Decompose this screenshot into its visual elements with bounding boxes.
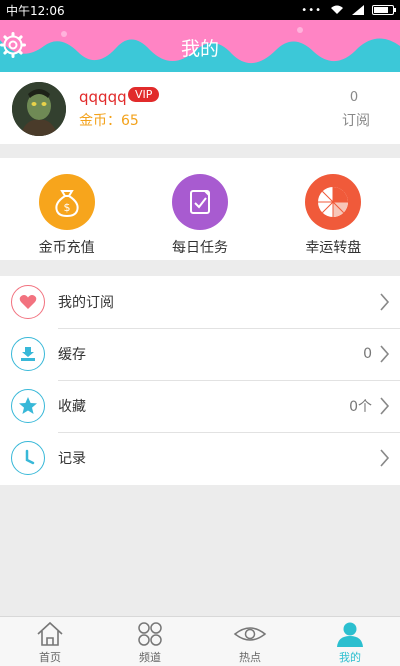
wifi-icon [331, 5, 343, 14]
menu-value: 0个 [349, 399, 372, 415]
menu-label: 收藏 [58, 399, 86, 415]
avatar[interactable] [12, 82, 66, 136]
user-icon [337, 622, 363, 647]
feature-label: 幸运转盘 [305, 240, 362, 256]
chevron-right-icon [380, 345, 390, 363]
menu-item-cache[interactable]: 缓存 0 [0, 328, 400, 380]
signal-dots-icon: ••• [301, 4, 322, 16]
menu-item-my-subscriptions[interactable]: 我的订阅 [0, 276, 400, 328]
feature-label: 每日任务 [171, 240, 228, 256]
feature-daily-tasks[interactable]: 每日任务 [133, 158, 266, 260]
feature-row: $ 金币充值 每日任务 幸运转盘 [0, 158, 400, 260]
download-icon [11, 337, 45, 371]
profile-card[interactable]: qqqqq VIP 金币：65 0 订阅 [0, 72, 400, 144]
chevron-right-icon [380, 449, 390, 467]
menu-list: 我的订阅 缓存 0 收藏 0个 记录 [0, 276, 400, 485]
tab-label: 首页 [39, 651, 61, 664]
subscriptions-count[interactable]: 0 [336, 90, 372, 105]
menu-item-history[interactable]: 记录 [0, 432, 400, 484]
clock-icon [11, 441, 45, 475]
battery-icon [372, 5, 396, 15]
chevron-right-icon [380, 293, 390, 311]
tab-label: 我的 [339, 651, 361, 664]
bottom-tab-bar: 首页 频道 热点 我的 [0, 616, 400, 666]
heart-icon [11, 285, 45, 319]
tab-label: 频道 [139, 651, 161, 664]
menu-label: 记录 [58, 451, 86, 467]
menu-value: 0 [363, 346, 372, 362]
tab-label: 热点 [239, 651, 261, 664]
channels-icon [138, 622, 162, 646]
coin-balance: 金币：65 [79, 113, 139, 129]
page-title: 我的 [180, 38, 219, 60]
feature-coin-recharge[interactable]: $ 金币充值 [0, 158, 133, 260]
feature-lucky-wheel[interactable]: 幸运转盘 [267, 158, 400, 260]
signal-icon [352, 5, 364, 15]
chevron-right-icon [380, 397, 390, 415]
star-icon [11, 389, 45, 423]
tab-mine[interactable]: 我的 [300, 617, 400, 666]
username: qqqqq [79, 88, 127, 106]
menu-label: 我的订阅 [58, 295, 114, 311]
settings-gear-icon[interactable] [0, 32, 26, 58]
tab-hot[interactable]: 热点 [200, 617, 300, 666]
vip-badge: VIP [128, 87, 160, 102]
feature-label: 金币充值 [38, 240, 95, 256]
subscriptions-label[interactable]: 订阅 [336, 110, 376, 130]
svg-text:$: $ [63, 201, 70, 214]
status-time: 中午12:06 [6, 3, 65, 18]
page-header: 我的 [0, 20, 400, 72]
home-icon [37, 621, 63, 646]
status-icons: ••• [301, 4, 396, 16]
menu-item-favorites[interactable]: 收藏 0个 [0, 380, 400, 432]
money-bag-icon: $ [38, 174, 95, 230]
lucky-wheel-icon [305, 174, 362, 230]
menu-label: 缓存 [58, 347, 86, 363]
tab-channels[interactable]: 频道 [100, 617, 200, 666]
tab-home[interactable]: 首页 [0, 617, 100, 666]
task-check-icon [171, 174, 228, 230]
eye-icon [233, 627, 267, 641]
status-bar: 中午12:06 ••• [0, 0, 400, 20]
